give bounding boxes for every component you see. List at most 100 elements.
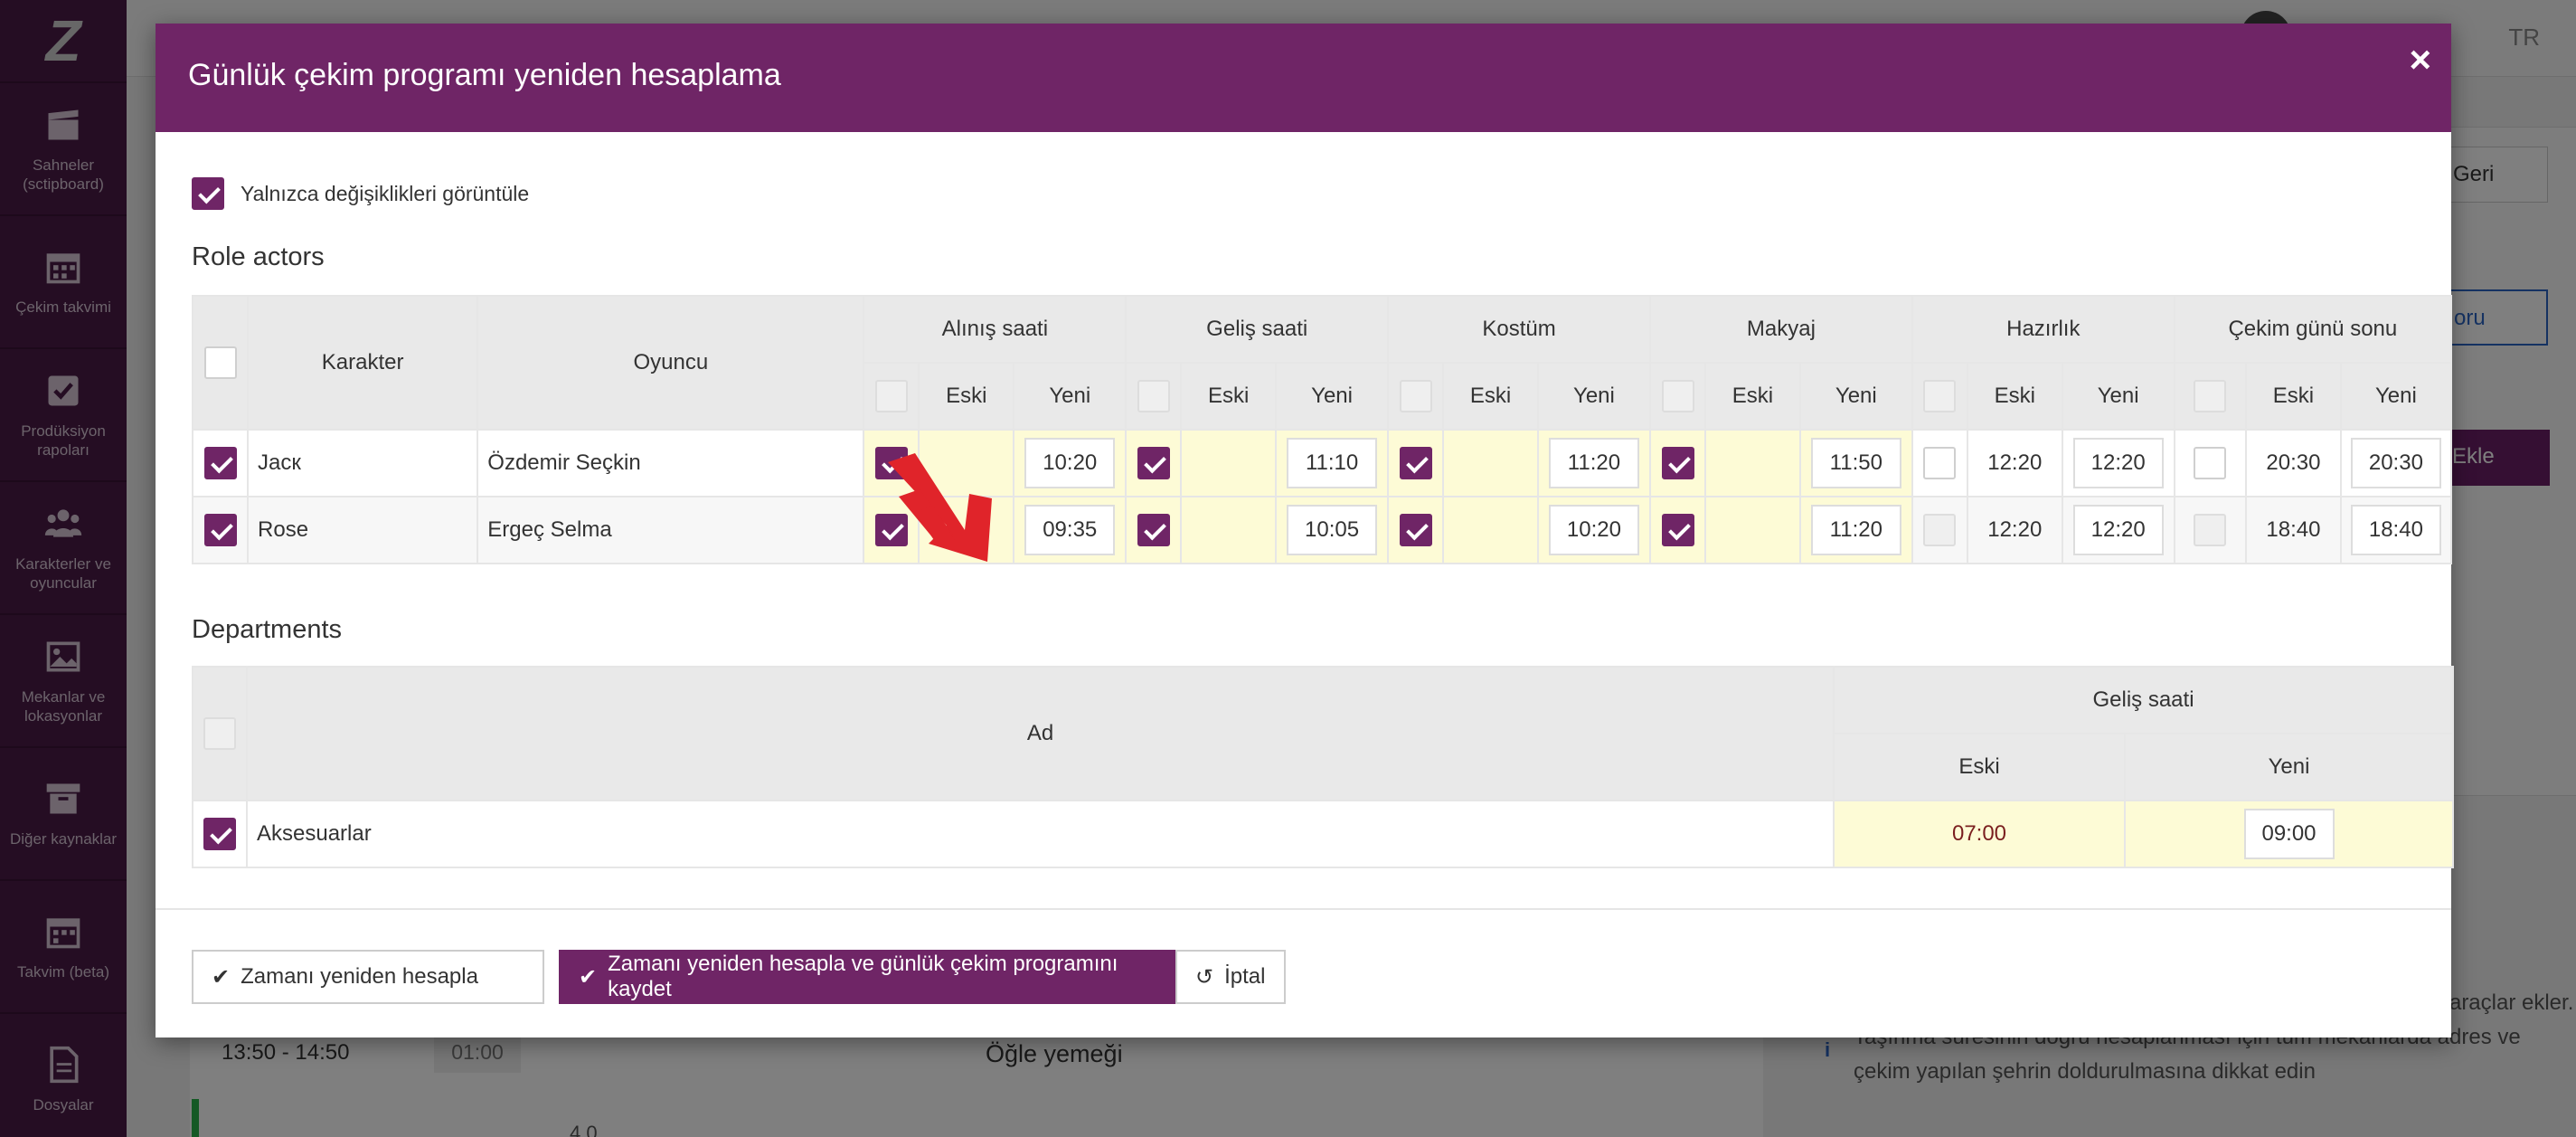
show-changes-only-checkbox[interactable] (192, 177, 224, 210)
new-time-input[interactable]: 10:20 (1548, 505, 1639, 555)
group-arrival-time: Geliş saati (1125, 295, 1390, 364)
table-row: Jacк Özdemir Seçkin 10:20 11:10 11:20 11:50 12… (191, 429, 2453, 497)
select-all-checkbox[interactable] (203, 346, 237, 379)
departments-table: Ad Geliş saati Eski Yeni Aksesuarlar 07:… (192, 666, 2455, 868)
column-old: Eski (1966, 362, 2063, 431)
show-changes-only-filter[interactable]: Yalnızca değişiklikleri görüntüle (192, 177, 529, 210)
group-pickup-checkbox[interactable] (874, 380, 908, 412)
new-time-input[interactable]: 11:20 (1810, 505, 1901, 555)
new-time-input[interactable]: 11:50 (1810, 438, 1901, 488)
time-checkbox[interactable] (1661, 447, 1694, 479)
group-checkbox-cell (1648, 362, 1707, 431)
old-time (1442, 496, 1539, 564)
group-costume: Kostüm (1387, 295, 1651, 364)
new-time-cell: 11:20 (1536, 429, 1652, 497)
group-checkbox-cell (1387, 362, 1445, 431)
recalc-button-label: Zamanı yeniden hesapla (241, 964, 478, 989)
row-checkbox-cell (192, 800, 248, 868)
old-time: 12:20 (1966, 496, 2063, 564)
new-time-cell: 20:30 (2339, 429, 2453, 497)
group-costume-checkbox[interactable] (1399, 380, 1432, 412)
old-time: 20:30 (2245, 429, 2342, 497)
recalc-save-button-label: Zamanı yeniden hesapla ve günlük çekim p… (608, 952, 1118, 1001)
group-makeup-checkbox[interactable] (1661, 380, 1694, 412)
row-checkbox[interactable] (203, 447, 237, 479)
row-checkbox-cell (191, 429, 250, 497)
new-time-cell: 09:35 (1013, 496, 1128, 564)
new-time-input[interactable]: 12:20 (2072, 505, 2164, 555)
time-checkbox[interactable] (1661, 514, 1694, 546)
group-checkbox-cell (2173, 362, 2248, 431)
time-checkbox[interactable] (1923, 447, 1957, 479)
time-checkbox[interactable] (1137, 447, 1170, 479)
old-time (1442, 429, 1539, 497)
modal-footer: ✔ Zamanı yeniden hesapla ✔ Zamanı yenide… (156, 908, 2451, 1038)
show-changes-only-label: Yalnızca değişiklikleri görüntüle (241, 181, 530, 205)
group-dept-arrival: Geliş saati (1832, 666, 2455, 734)
column-character: Karakter (247, 295, 479, 431)
old-time (1704, 496, 1801, 564)
time-checkbox[interactable] (2194, 514, 2227, 546)
group-arrival-checkbox[interactable] (1137, 380, 1170, 412)
column-new: Yeni (2061, 362, 2175, 431)
group-checkbox-cell (1125, 362, 1183, 431)
time-checkbox-cell (2173, 429, 2248, 497)
cancel-button[interactable]: ↺ İptal (1175, 950, 1286, 1004)
dept-select-all-checkbox[interactable] (203, 717, 236, 750)
old-time (1704, 429, 1801, 497)
new-time-input[interactable]: 09:35 (1024, 505, 1116, 555)
old-time: 12:20 (1966, 429, 2063, 497)
new-time-input[interactable]: 12:20 (2072, 438, 2164, 488)
column-new: Yeni (1275, 362, 1390, 431)
modal-body: Yalnızca değişiklikleri görüntüle Role a… (156, 132, 2455, 908)
new-time-input[interactable]: 09:00 (2243, 809, 2335, 859)
new-time-cell: 12:20 (2061, 429, 2175, 497)
column-old: Eski (1704, 362, 1801, 431)
old-time: 07:00 (1833, 800, 2126, 868)
new-time-cell: 10:20 (1536, 496, 1652, 564)
row-checkbox[interactable] (203, 514, 237, 546)
check-icon: ✔ (579, 964, 598, 990)
column-new: Yeni (1798, 362, 1913, 431)
close-icon[interactable]: × (2409, 38, 2431, 81)
recalc-button[interactable]: ✔ Zamanı yeniden hesapla (192, 950, 544, 1004)
group-checkbox-cell (1911, 362, 1968, 431)
group-wrap: Çekim günü sonu (2173, 295, 2453, 364)
new-time-input[interactable]: 11:20 (1548, 438, 1639, 488)
row-checkbox-cell (191, 496, 250, 564)
modal-title: Günlük çekim programı yeniden hesaplama (188, 58, 781, 92)
time-checkbox[interactable] (2194, 447, 2227, 479)
group-pickup-time: Alınış saati (863, 295, 1128, 364)
column-new: Yeni (2339, 362, 2453, 431)
new-time-cell: 18:40 (2339, 496, 2453, 564)
row-checkbox[interactable] (203, 818, 236, 850)
new-time-cell: 12:20 (2061, 496, 2175, 564)
recalc-modal: Günlük çekim programı yeniden hesaplama … (156, 24, 2455, 1038)
column-old: Eski (1442, 362, 1539, 431)
new-time-input[interactable]: 11:10 (1287, 438, 1378, 488)
table-row: Rose Ergeç Selma 09:35 10:05 10:20 11:20 12:20… (191, 496, 2453, 564)
role-actors-table: Karakter Oyuncu Alınış saati Geliş saati… (191, 295, 2453, 564)
time-checkbox-cell (1125, 429, 1183, 497)
departments-title: Departments (192, 615, 343, 644)
new-time-input[interactable]: 20:30 (2350, 438, 2441, 488)
column-new: Yeni (1536, 362, 1652, 431)
new-time-cell: 10:05 (1275, 496, 1390, 564)
time-checkbox-cell (1387, 496, 1445, 564)
time-checkbox[interactable] (1923, 514, 1957, 546)
time-checkbox[interactable] (1399, 514, 1432, 546)
character-name: Jacк (247, 429, 479, 497)
new-time-cell: 10:20 (1013, 429, 1128, 497)
new-time-input[interactable]: 10:20 (1024, 438, 1116, 488)
group-wrap-checkbox[interactable] (2194, 380, 2227, 412)
new-time-cell: 11:20 (1798, 496, 1913, 564)
new-time-input[interactable]: 10:05 (1287, 505, 1378, 555)
new-time-cell: 11:10 (1275, 429, 1390, 497)
time-checkbox[interactable] (1137, 514, 1170, 546)
recalc-save-button[interactable]: ✔ Zamanı yeniden hesapla ve günlük çekim… (559, 950, 1201, 1004)
group-preparation-checkbox[interactable] (1923, 380, 1957, 412)
new-time-input[interactable]: 18:40 (2350, 505, 2441, 555)
red-arrow-annotation (888, 453, 992, 562)
time-checkbox-cell (1387, 429, 1445, 497)
time-checkbox[interactable] (1399, 447, 1432, 479)
